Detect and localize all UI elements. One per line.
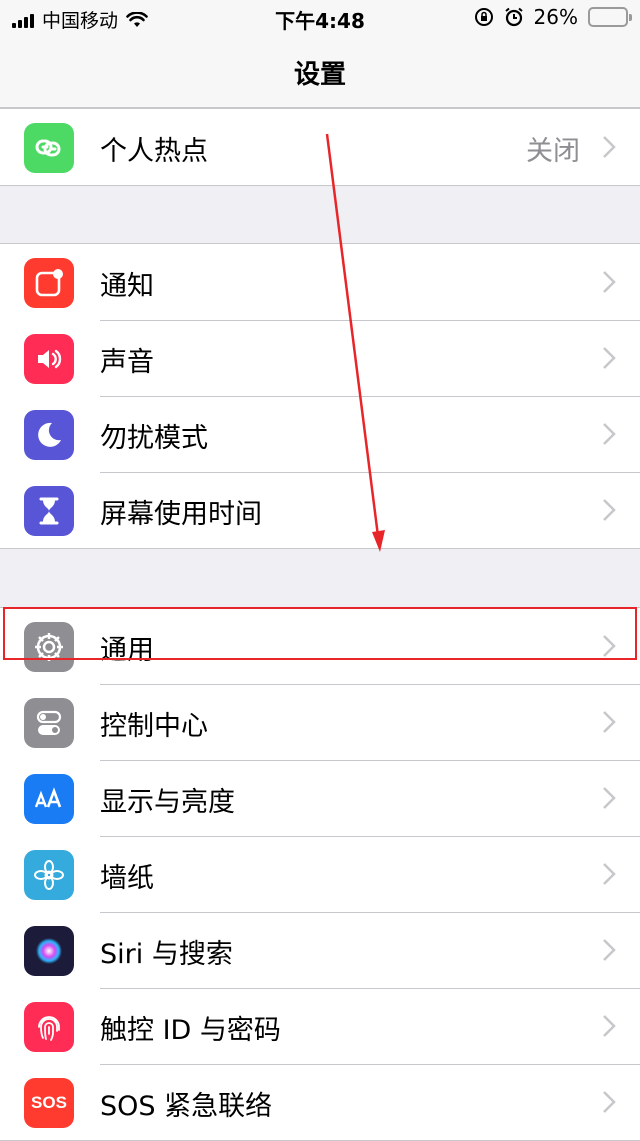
chevron-right-icon <box>602 1014 616 1038</box>
chevron-right-icon <box>602 1090 616 1114</box>
chevron-right-icon <box>602 270 616 294</box>
settings-row-label: 通知 <box>100 271 154 302</box>
chevron-right-icon <box>602 710 616 734</box>
settings-row-touch-id-passcode[interactable]: 触控 ID 与密码 <box>0 988 640 1064</box>
sos-icon: SOS <box>24 1078 74 1128</box>
flower-icon <box>24 850 74 900</box>
settings-row-emergency-sos[interactable]: SOS SOS 紧急联络 <box>0 1064 640 1140</box>
text-size-icon <box>24 774 74 824</box>
settings-group-notifications: 通知 声音 勿扰模式 屏幕使用时间 <box>0 243 640 549</box>
chevron-right-icon <box>602 938 616 962</box>
settings-row-label: 个人热点 <box>100 136 208 167</box>
settings-row-label: 声音 <box>100 347 154 378</box>
chevron-right-icon <box>602 498 616 522</box>
settings-row-label: 显示与亮度 <box>100 787 235 818</box>
toggles-icon <box>24 698 74 748</box>
settings-row-notifications[interactable]: 通知 <box>0 244 640 320</box>
fingerprint-icon <box>24 1002 74 1052</box>
settings-row-label: 触控 ID 与密码 <box>100 1015 281 1046</box>
status-right: 26% <box>474 5 632 29</box>
settings-row-general[interactable]: 通用 <box>0 608 640 684</box>
page-title: 设置 <box>293 60 346 90</box>
settings-group-general: 通用 控制中心 显示与亮度 墙纸 Siri 与搜索 触控 ID 与密码 SOS … <box>0 607 640 1141</box>
settings-row-label: SOS 紧急联络 <box>100 1091 273 1122</box>
hourglass-icon <box>24 486 74 536</box>
notification-icon <box>24 258 74 308</box>
chevron-right-icon <box>602 422 616 446</box>
battery-percent: 26% <box>533 5 578 29</box>
settings-row-wallpaper[interactable]: 墙纸 <box>0 836 640 912</box>
settings-row-siri-search[interactable]: Siri 与搜索 <box>0 912 640 988</box>
moon-icon <box>24 410 74 460</box>
settings-row-label: 控制中心 <box>100 711 208 742</box>
hotspot-icon <box>24 123 74 173</box>
settings-row-label: 通用 <box>100 635 154 666</box>
settings-row-personal-hotspot[interactable]: 个人热点 关闭 <box>0 109 640 185</box>
settings-row-display-brightness[interactable]: 显示与亮度 <box>0 760 640 836</box>
siri-icon <box>24 926 74 976</box>
chevron-right-icon <box>602 786 616 810</box>
settings-row-do-not-disturb[interactable]: 勿扰模式 <box>0 396 640 472</box>
sos-icon-text: SOS <box>31 1093 67 1112</box>
settings-row-label: 勿扰模式 <box>100 423 208 454</box>
settings-row-label: 墙纸 <box>100 863 154 894</box>
chevron-right-icon <box>602 135 616 159</box>
chevron-right-icon <box>602 634 616 658</box>
navigation-bar: 设置 <box>0 40 640 108</box>
settings-row-sounds[interactable]: 声音 <box>0 320 640 396</box>
settings-row-control-center[interactable]: 控制中心 <box>0 684 640 760</box>
settings-row-screen-time[interactable]: 屏幕使用时间 <box>0 472 640 548</box>
settings-group-network: 个人热点 关闭 <box>0 108 640 186</box>
alarm-icon <box>504 7 523 27</box>
gear-icon <box>24 622 74 672</box>
speaker-icon <box>24 334 74 384</box>
settings-row-label: Siri 与搜索 <box>100 939 233 970</box>
battery-icon <box>588 7 632 27</box>
rotation-lock-icon <box>474 8 493 26</box>
settings-row-label: 屏幕使用时间 <box>100 499 262 530</box>
chevron-right-icon <box>602 346 616 370</box>
settings-row-value: 关闭 <box>526 136 580 167</box>
chevron-right-icon <box>602 862 616 886</box>
status-bar: 中国移动 下午4:48 26% <box>0 0 640 40</box>
